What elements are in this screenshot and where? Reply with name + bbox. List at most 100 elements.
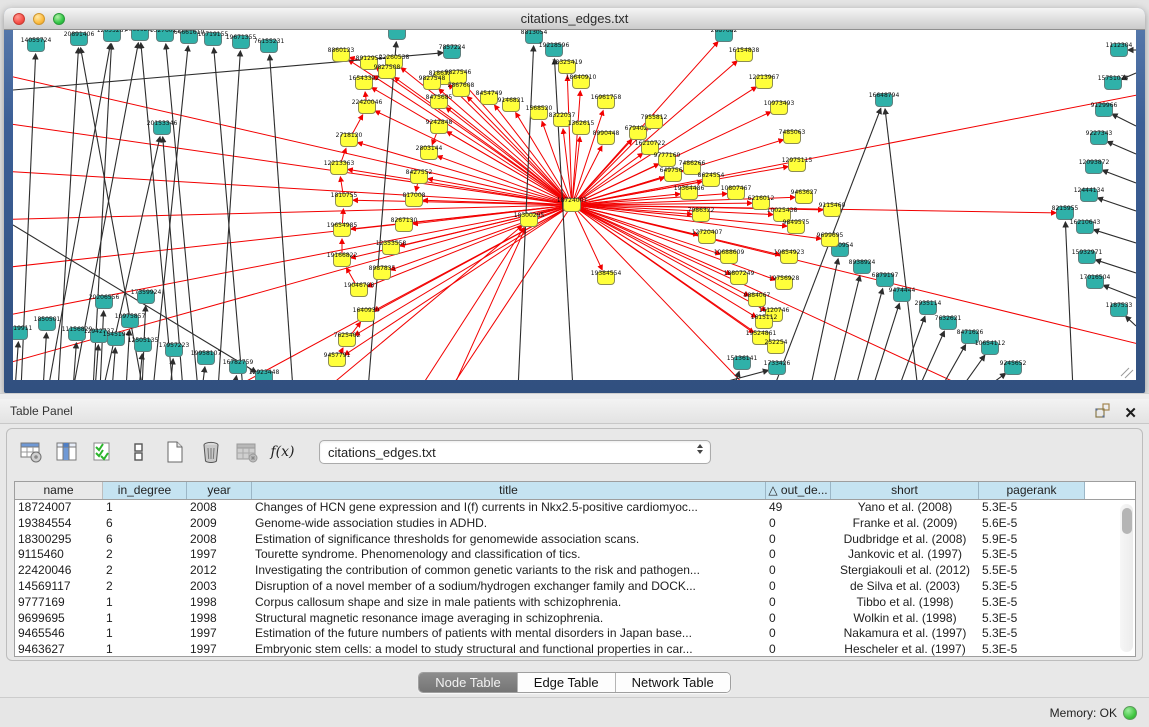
graph-node[interactable]: 252254 — [765, 339, 788, 354]
table-cell[interactable]: Hescheler et al. (1997) — [831, 642, 979, 657]
graph-node[interactable]: 2687682 — [711, 30, 738, 42]
table-cell[interactable]: 5.3E-5 — [979, 579, 1085, 595]
table-cell[interactable]: 14569117 — [15, 579, 103, 595]
table-cell[interactable]: 5.3E-5 — [979, 547, 1085, 563]
table-cell[interactable]: Embryonic stem cells: a model to study s… — [252, 642, 766, 657]
table-cell[interactable]: 2012 — [187, 563, 252, 579]
close-panel-icon[interactable]: ✕ — [1124, 405, 1137, 423]
delete-column-icon[interactable] — [197, 439, 224, 466]
graph-node[interactable]: 15932971 — [1072, 249, 1103, 264]
table-cell[interactable]: Genome-wide association studies in ADHD. — [252, 516, 766, 532]
graph-node[interactable]: 10654112 — [975, 340, 1006, 355]
graph-node[interactable]: 9884067 — [744, 292, 771, 307]
graph-node[interactable]: 10973493 — [764, 100, 795, 115]
network-window-titlebar[interactable]: citations_edges.txt — [4, 8, 1145, 30]
graph-node[interactable]: 7625402 — [334, 332, 361, 347]
graph-node[interactable]: 1850501 — [34, 316, 61, 331]
graph-node[interactable]: 76155231 — [254, 38, 285, 53]
table-cell[interactable]: 1998 — [187, 595, 252, 611]
table-cell[interactable]: 0 — [766, 626, 831, 642]
graph-node[interactable]: 17359924 — [131, 289, 162, 304]
table-cell[interactable]: 6 — [103, 516, 187, 532]
graph-node[interactable]: 12923448 — [249, 369, 280, 380]
table-cell[interactable]: 18724007 — [15, 500, 103, 516]
graph-node[interactable]: 2935114 — [915, 300, 942, 315]
network-canvas[interactable]: 1405572420891406120552871065528715276021… — [13, 30, 1136, 380]
table-cell[interactable]: Stergiakouli et al. (2012) — [831, 563, 979, 579]
graph-node[interactable]: 8990448 — [593, 130, 620, 145]
table-cell[interactable]: Corpus callosum shape and size in male p… — [252, 595, 766, 611]
table-cell[interactable]: 1997 — [187, 642, 252, 657]
graph-node[interactable]: 12444134 — [1074, 187, 1105, 202]
float-panel-icon[interactable] — [1095, 402, 1110, 426]
table-cell[interactable]: 9463627 — [15, 642, 103, 657]
table-cell[interactable]: 1 — [103, 626, 187, 642]
graph-node[interactable]: 12055287 — [97, 30, 128, 42]
table-cell[interactable]: 5.3E-5 — [979, 611, 1085, 627]
table-cell[interactable]: 9777169 — [15, 595, 103, 611]
table-cell[interactable]: Estimation of significance thresholds fo… — [252, 532, 766, 548]
table-cell[interactable]: 5.5E-5 — [979, 563, 1085, 579]
graph-node[interactable]: 12975115 — [782, 157, 813, 172]
table-cell[interactable]: 2008 — [187, 500, 252, 516]
table-cell[interactable]: 1 — [103, 500, 187, 516]
graph-node[interactable]: 20206556 — [89, 294, 120, 309]
table-row[interactable]: 1830029562008Estimation of significance … — [15, 532, 1135, 548]
table-cell[interactable]: 2 — [103, 563, 187, 579]
graph-node[interactable]: 15136141 — [727, 355, 758, 370]
table-cell[interactable]: Dudbridge et al. (2008) — [831, 532, 979, 548]
table-cell[interactable]: 1997 — [187, 626, 252, 642]
table-cell[interactable]: 0 — [766, 595, 831, 611]
graph-node[interactable]: 22420046 — [352, 99, 383, 114]
graph-node[interactable]: 16210643 — [1070, 219, 1101, 234]
table-cell[interactable]: Disruption of a novel member of a sodium… — [252, 579, 766, 595]
table-cell[interactable]: 9465546 — [15, 626, 103, 642]
network-graph[interactable]: 1405572420891406120552871065528715276021… — [13, 30, 1136, 380]
table-cell[interactable]: 2003 — [187, 579, 252, 595]
graph-node[interactable]: 19218596 — [539, 42, 570, 57]
graph-node[interactable]: 9463627 — [791, 189, 818, 204]
table-cell[interactable]: Tibbo et al. (1998) — [831, 595, 979, 611]
table-cell[interactable]: Yano et al. (2008) — [831, 500, 979, 516]
graph-node[interactable]: 9146821 — [498, 97, 525, 112]
tab-edge-table[interactable]: Edge Table — [518, 673, 616, 692]
table-cell[interactable]: Investigating the contribution of common… — [252, 563, 766, 579]
new-column-icon[interactable] — [161, 439, 188, 466]
graph-node[interactable]: 9245652 — [1000, 360, 1027, 375]
column-header-year[interactable]: year — [187, 482, 252, 499]
graph-node[interactable]: 16543382 — [349, 75, 380, 90]
column-header-in_degree[interactable]: in_degree — [103, 482, 187, 499]
graph-node[interactable]: 12213363 — [324, 160, 355, 175]
graph-node[interactable]: 19046788 — [344, 282, 375, 297]
table-cell[interactable]: Wolkin et al. (1998) — [831, 611, 979, 627]
graph-node[interactable]: 19166822 — [327, 252, 358, 267]
table-mode-icon[interactable] — [17, 439, 44, 466]
table-cell[interactable]: 1 — [103, 595, 187, 611]
table-cell[interactable]: 19384554 — [15, 516, 103, 532]
graph-node[interactable]: 18325419 — [552, 59, 583, 74]
table-row[interactable]: 969969511998Structural magnetic resonanc… — [15, 611, 1135, 627]
graph-node[interactable]: 6497568 — [660, 167, 687, 182]
table-cell[interactable]: 9699695 — [15, 611, 103, 627]
graph-node[interactable]: 10688609 — [714, 249, 745, 264]
table-cell[interactable]: Estimation of the future numbers of pati… — [252, 626, 766, 642]
table-cell[interactable]: Franke et al. (2009) — [831, 516, 979, 532]
table-cell[interactable]: Changes of HCN gene expression and I(f) … — [252, 500, 766, 516]
table-row[interactable]: 1456911722003Disruption of a novel membe… — [15, 579, 1135, 595]
graph-node[interactable]: 2718120 — [336, 132, 363, 147]
table-cell[interactable]: 0 — [766, 516, 831, 532]
graph-node[interactable]: 7632621 — [935, 315, 962, 330]
graph-node[interactable]: 20891406 — [64, 31, 95, 46]
table-cell[interactable]: 0 — [766, 642, 831, 657]
table-cell[interactable]: 0 — [766, 563, 831, 579]
table-cell[interactable]: 2 — [103, 547, 187, 563]
table-cell[interactable]: Nakamura et al. (1997) — [831, 626, 979, 642]
table-cell[interactable]: 2008 — [187, 532, 252, 548]
table-scrollbar[interactable] — [1120, 504, 1133, 652]
table-row[interactable]: 946554611997Estimation of the future num… — [15, 626, 1135, 642]
table-cell[interactable]: Jankovic et al. (1997) — [831, 547, 979, 563]
graph-node[interactable]: 1810755 — [331, 192, 358, 207]
table-cell[interactable]: 1 — [103, 642, 187, 657]
graph-node[interactable]: 10719155 — [198, 31, 229, 46]
table-cell[interactable]: 0 — [766, 611, 831, 627]
